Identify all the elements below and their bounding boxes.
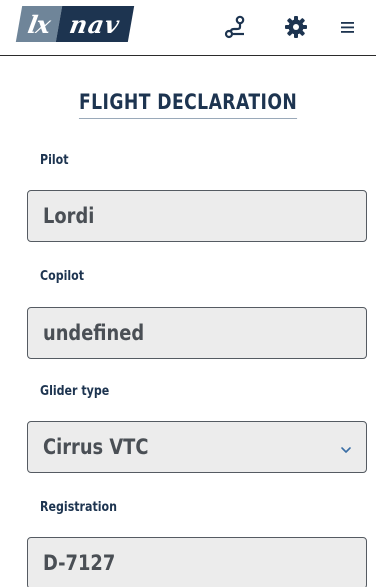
hamburger-menu-icon[interactable] [335, 14, 361, 40]
registration-label: Registration [40, 500, 118, 515]
pilot-label: Pilot [40, 153, 69, 168]
logo-nav: nav [55, 6, 135, 42]
registration-field[interactable]: D-7127 [27, 537, 367, 587]
route-icon[interactable] [223, 14, 249, 40]
app-page: lx nav FLIGHT DECLARATION Pilot Lordi Co… [0, 0, 376, 587]
page-title: FLIGHT DECLARATION [78, 90, 298, 119]
chevron-down-icon [340, 440, 352, 459]
glider-type-select[interactable]: Cirrus VTC [27, 421, 367, 473]
registration-value: D-7127 [43, 551, 116, 575]
copilot-label: Copilot [40, 269, 85, 284]
glider-type-value: Cirrus VTC [43, 435, 149, 459]
pilot-field[interactable]: Lordi [27, 190, 367, 242]
glider-type-label: Glider type [40, 384, 110, 399]
copilot-field[interactable]: undefined [27, 307, 367, 359]
gear-icon[interactable] [283, 14, 309, 40]
top-bar: lx nav [0, 0, 376, 56]
page-title-wrap: FLIGHT DECLARATION [0, 90, 376, 119]
lxnav-logo[interactable]: lx nav [15, 6, 135, 42]
logo-lx: lx [15, 6, 63, 42]
pilot-value: Lordi [43, 204, 95, 228]
copilot-value: undefined [43, 321, 145, 345]
